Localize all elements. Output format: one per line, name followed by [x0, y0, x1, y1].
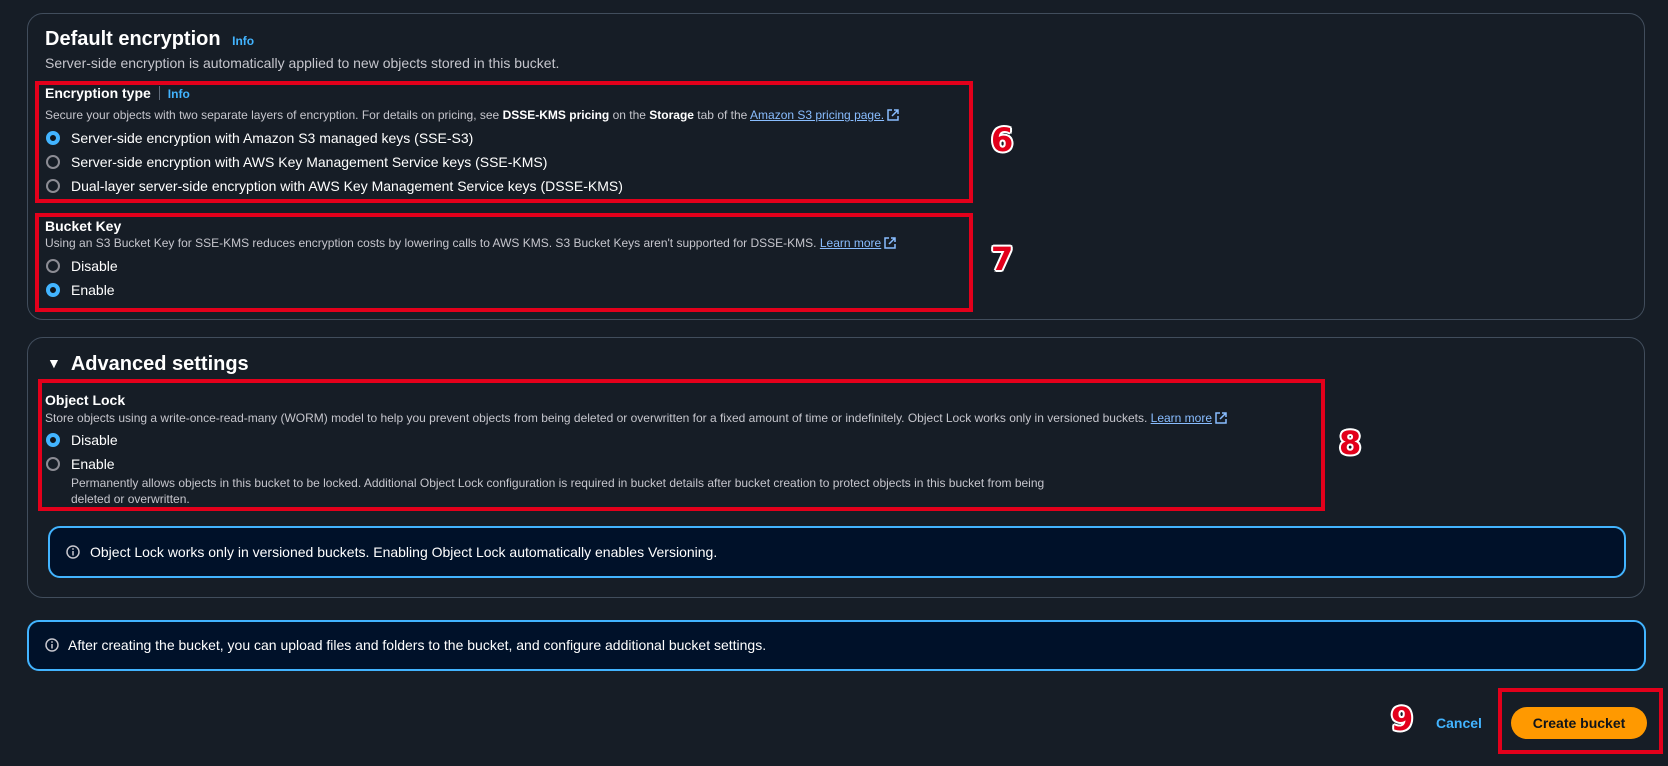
info-icon	[45, 638, 59, 652]
info-icon	[66, 545, 80, 559]
annotation-box-7	[35, 213, 973, 312]
annotation-number-8: 8	[1339, 424, 1362, 462]
default-encryption-title: Default encryption Info	[45, 28, 255, 50]
annotation-box-9	[1498, 688, 1663, 754]
caret-down-icon: ▼	[47, 355, 61, 371]
annotation-number-9: 9	[1391, 700, 1414, 738]
post-creation-alert-text: After creating the bucket, you can uploa…	[68, 637, 767, 653]
advanced-settings-toggle[interactable]: ▼ Advanced settings	[47, 353, 249, 376]
annotation-number-7: 7	[991, 240, 1014, 278]
cancel-button[interactable]: Cancel	[1436, 715, 1482, 731]
annotation-box-8	[38, 379, 1325, 511]
object-lock-alert-text: Object Lock works only in versioned buck…	[90, 544, 718, 560]
annotation-number-6: 6	[991, 121, 1014, 159]
annotation-box-6	[35, 81, 973, 203]
default-encryption-description: Server-side encryption is automatically …	[45, 55, 560, 71]
default-encryption-info-link[interactable]: Info	[232, 34, 254, 48]
